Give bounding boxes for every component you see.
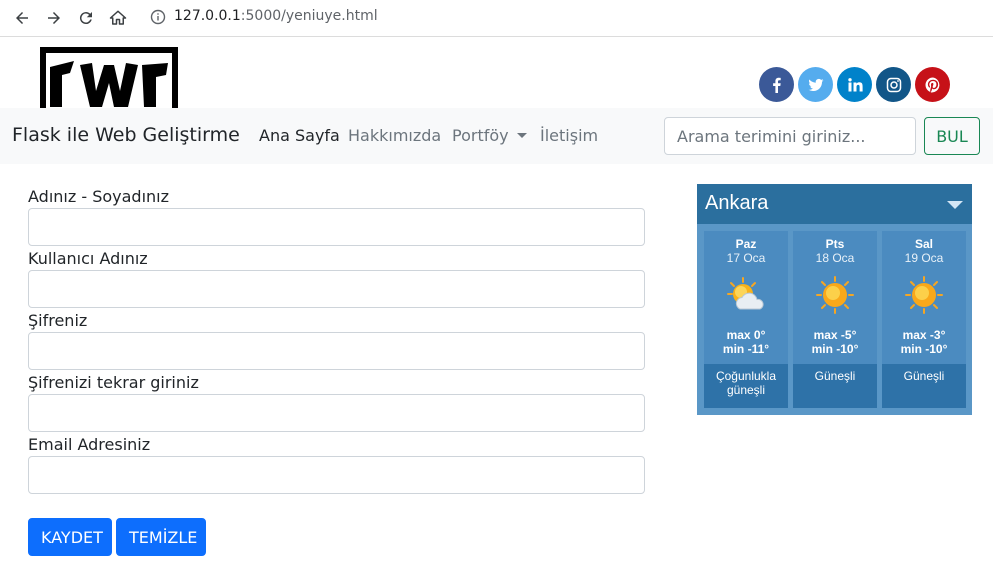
- nav-link-about[interactable]: Hakkımızda: [348, 126, 441, 145]
- weather-city: Ankara: [705, 192, 769, 214]
- navbar-brand[interactable]: Flask ile Web Geliştirme: [12, 124, 240, 146]
- twitter-icon: [808, 78, 823, 91]
- nav-dropdown-portfolio[interactable]: Portföy: [452, 126, 527, 145]
- nav-dropdown-label: Portföy: [452, 126, 509, 145]
- partly-sunny-icon: [727, 277, 764, 310]
- fwg-logo-icon: [40, 47, 178, 108]
- home-button[interactable]: [106, 6, 130, 30]
- fullname-label: Adınız - Soyadınız: [28, 187, 169, 206]
- linkedin-icon: [847, 77, 863, 91]
- reload-button[interactable]: [74, 6, 98, 30]
- clear-button[interactable]: TEMİZLE: [116, 518, 206, 556]
- caret-down-icon: [516, 133, 527, 138]
- nav-link-home[interactable]: Ana Sayfa: [259, 126, 340, 145]
- weather-day-date: 19 Oca: [904, 251, 944, 265]
- url-path: :5000/yeniuye.html: [240, 8, 378, 24]
- email-input[interactable]: [28, 456, 645, 494]
- save-button[interactable]: KAYDET: [28, 518, 112, 556]
- instagram-button[interactable]: [876, 67, 911, 102]
- weather-desc-box: Güneşli: [793, 364, 877, 408]
- password-confirm-label: Şifrenizi tekrar giriniz: [28, 373, 199, 392]
- url-host: 127.0.0.1: [174, 8, 241, 24]
- home-icon: [109, 10, 127, 25]
- arrow-right-icon: [48, 12, 60, 24]
- forward-button[interactable]: [42, 6, 66, 30]
- search-input[interactable]: [664, 117, 916, 155]
- browser-toolbar: 127.0.0.1:5000/yeniuye.html: [0, 0, 993, 37]
- email-label: Email Adresiniz: [28, 435, 151, 454]
- weather-description: Çoğunlukla güneşli: [715, 369, 777, 397]
- sun-icon: [816, 276, 854, 314]
- weather-min-temp: min -10°: [811, 342, 859, 356]
- weather-day-date: 18 Oca: [815, 251, 855, 265]
- address-bar[interactable]: 127.0.0.1:5000/yeniuye.html: [174, 8, 378, 24]
- back-button[interactable]: [10, 6, 34, 30]
- facebook-icon: [772, 77, 781, 93]
- weather-day-name: Sal: [914, 237, 933, 251]
- pinterest-button[interactable]: [915, 67, 950, 102]
- search-button[interactable]: BUL: [924, 117, 980, 155]
- weather-desc-box: Çoğunlukla güneşli: [704, 364, 788, 408]
- pinterest-icon: [924, 77, 939, 92]
- weather-description: Güneşli: [814, 369, 856, 383]
- username-input[interactable]: [28, 270, 645, 308]
- weather-description: Güneşli: [903, 369, 945, 383]
- username-label: Kullanıcı Adınız: [28, 249, 148, 268]
- weather-desc-box: Güneşli: [882, 364, 966, 408]
- sun-icon: [905, 276, 943, 314]
- reload-icon: [79, 12, 92, 25]
- nav-link-contact[interactable]: İletişim: [540, 126, 598, 145]
- main-navbar: Flask ile Web Geliştirme Ana Sayfa Hakkı…: [0, 108, 993, 164]
- weather-day-name: Pts: [825, 237, 845, 251]
- weather-max-temp: max 0°: [726, 328, 766, 342]
- weather-max-temp: max -3°: [902, 328, 946, 342]
- password-label: Şifreniz: [28, 311, 88, 330]
- triangle-down-icon[interactable]: [947, 201, 963, 209]
- linkedin-button[interactable]: [837, 67, 872, 102]
- site-logo[interactable]: [40, 47, 178, 108]
- weather-day-name: Paz: [735, 237, 757, 251]
- twitter-button[interactable]: [798, 67, 833, 102]
- weather-min-temp: min -10°: [900, 342, 948, 356]
- weather-day-date: 17 Oca: [726, 251, 766, 265]
- weather-widget: Ankara Paz 17 Oca max 0° min -11° Çoğunl…: [697, 184, 972, 415]
- weather-day: Pts 18 Oca max -5° min -10° Güneşli: [793, 231, 877, 408]
- weather-day: Paz 17 Oca max 0° min -11° Çoğunlukla gü…: [704, 231, 788, 408]
- instagram-icon: [886, 77, 901, 92]
- info-icon[interactable]: [150, 9, 166, 25]
- password-input[interactable]: [28, 332, 645, 370]
- facebook-button[interactable]: [759, 67, 794, 102]
- weather-min-temp: min -11°: [722, 342, 770, 356]
- weather-day: Sal 19 Oca max -3° min -10° Güneşli: [882, 231, 966, 408]
- arrow-left-icon: [16, 12, 28, 24]
- weather-max-temp: max -5°: [813, 328, 857, 342]
- fullname-input[interactable]: [28, 208, 645, 246]
- weather-header[interactable]: Ankara: [697, 184, 972, 224]
- password-confirm-input[interactable]: [28, 394, 645, 432]
